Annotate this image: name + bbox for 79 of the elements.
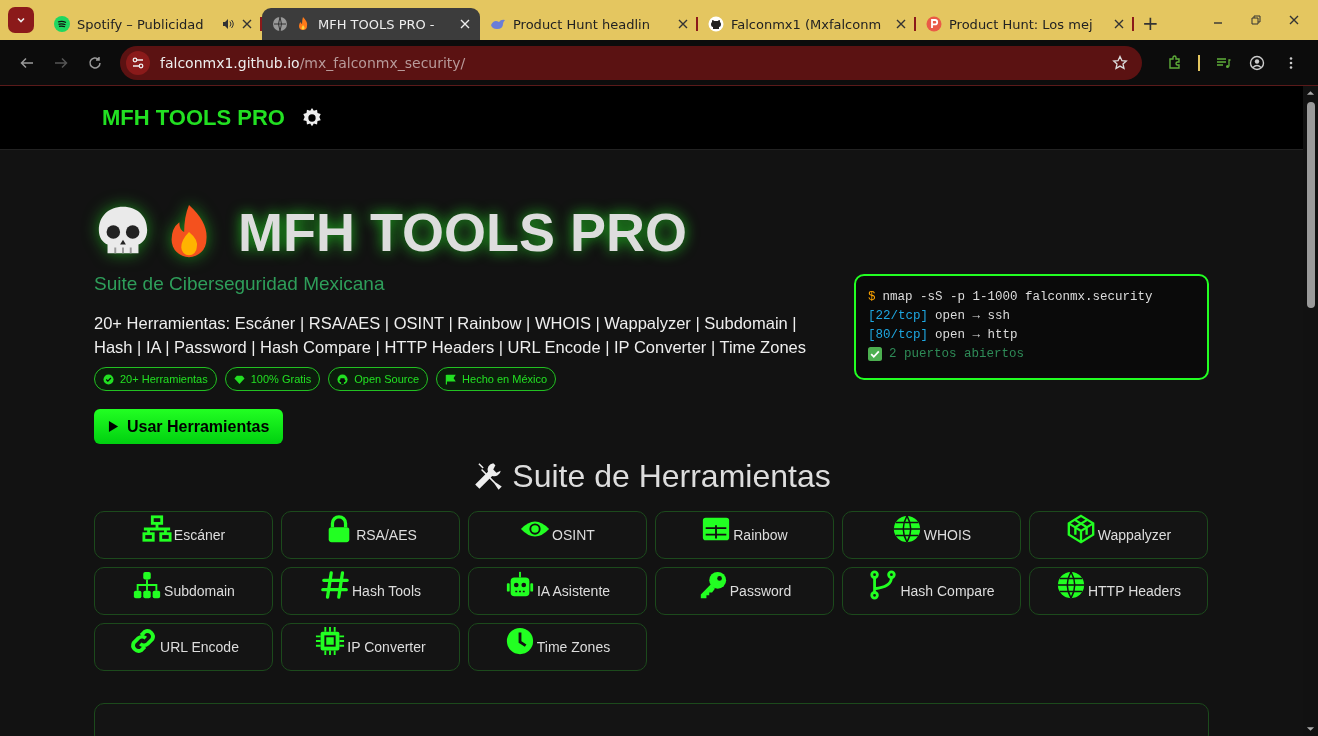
tool-button[interactable]: Rainbow [655, 511, 834, 559]
profile-icon[interactable] [1249, 54, 1265, 71]
terminal-output: open → ssh [935, 308, 1011, 325]
tool-button[interactable]: HTTP Headers [1029, 567, 1208, 615]
tab-title: MFH TOOLS PRO - [318, 16, 436, 32]
browser-tab[interactable]: Spotify – Publicidad [44, 8, 262, 40]
check-icon [868, 347, 882, 361]
tool-button[interactable]: Password [655, 567, 834, 615]
browser-tab[interactable]: Falconmx1 (Mxfalconm [698, 8, 916, 40]
tab-title: Product Hunt: Los mej [949, 16, 1094, 32]
check-circle-icon [103, 373, 114, 385]
tool-button[interactable]: Subdomain [94, 567, 273, 615]
close-icon[interactable] [678, 19, 688, 29]
feature-badge: 100% Gratis [224, 367, 321, 391]
site-settings-icon[interactable] [126, 50, 150, 75]
use-tools-button[interactable]: Usar Herramientas [94, 409, 284, 444]
sitemap-icon [132, 570, 163, 600]
extension-icon[interactable] [1167, 54, 1183, 71]
chip-icon [315, 626, 346, 656]
cat-logo-icon [708, 16, 724, 32]
scrollbar-thumb[interactable] [1306, 102, 1315, 308]
restore-icon[interactable] [1250, 14, 1262, 26]
globe-icon [272, 16, 288, 32]
tab-title: Spotify – Publicidad [77, 16, 205, 32]
section-title: Suite de Herramientas [512, 458, 831, 495]
tool-button[interactable]: Wappalyzer [1029, 511, 1208, 559]
feature-badge: 20+ Herramientas [94, 367, 217, 391]
scroll-down-icon[interactable] [1306, 726, 1315, 732]
flag-icon [445, 373, 457, 385]
hero-title: MFH TOOLS PRO [238, 201, 687, 263]
gem-icon [233, 373, 245, 385]
clock-icon [504, 626, 535, 656]
network-icon [141, 514, 172, 544]
hero-description: 20+ Herramientas: Escáner | RSA/AES | OSINT | Rainbow | WHOIS | Wappalyzer | Subdomain | Hash | IA | Password | Hash Compare | HTTP Headers | URL Encode | IP Converter | Time Zones [94, 313, 807, 358]
browser-tab[interactable]: Product Hunt headlin [480, 8, 698, 40]
cube-icon [1065, 514, 1096, 544]
tool-button[interactable]: URL Encode [94, 623, 273, 671]
tool-button[interactable]: Hash Tools [281, 567, 460, 615]
terminal-output: open → http [935, 327, 1018, 344]
browser-tab[interactable]: MFH TOOLS PRO - [262, 8, 480, 40]
tool-button[interactable]: Time Zones [468, 623, 647, 671]
hero-subtitle: Suite de Ciberseguridad Mexicana [94, 273, 386, 295]
cat-logo-icon [337, 373, 349, 385]
close-icon[interactable] [242, 19, 252, 29]
tool-button[interactable]: Hash Compare [842, 567, 1021, 615]
reload-icon[interactable] [87, 54, 103, 71]
globe-icon [1055, 570, 1086, 600]
close-icon[interactable] [1288, 14, 1300, 26]
tab-title: Product Hunt headlin [513, 16, 651, 32]
close-icon[interactable] [1114, 19, 1124, 29]
address-bar[interactable]: falconmx1.github.io/mx_falconmx_security/ [120, 45, 1142, 80]
star-icon[interactable] [1112, 54, 1128, 71]
tool-button[interactable]: IA Asistente [468, 567, 647, 615]
hash-icon [320, 570, 350, 600]
terminal-prompt: $ [868, 289, 876, 306]
browser-tab[interactable]: Product Hunt: Los mej [916, 8, 1134, 40]
music-app-icon [54, 16, 70, 32]
globe-icon [891, 514, 922, 544]
tab-title: Falconmx1 (Mxfalconm [731, 16, 883, 32]
letter-circle-icon [926, 16, 942, 32]
feature-badge: Open Source [328, 367, 429, 391]
site-logo[interactable]: MFH TOOLS PRO [102, 104, 285, 131]
tool-button[interactable]: Escáner [94, 511, 273, 559]
scroll-up-icon[interactable] [1306, 90, 1315, 96]
play-icon [108, 420, 119, 433]
port-label: [22/tcp] [868, 308, 928, 325]
feature-badge: Hecho en México [436, 367, 557, 391]
new-tab-button[interactable]: + [1142, 11, 1159, 35]
branch-icon [868, 570, 899, 600]
speaker-icon[interactable] [221, 17, 235, 31]
tab-search-button[interactable] [8, 7, 34, 33]
tool-button[interactable]: OSINT [468, 511, 647, 559]
terminal-result: 2 puertos abiertos [889, 346, 1025, 363]
port-label: [80/tcp] [868, 327, 928, 344]
close-icon[interactable] [896, 19, 906, 29]
tool-button[interactable]: RSA/AES [281, 511, 460, 559]
tool-button[interactable]: WHOIS [842, 511, 1021, 559]
terminal-command: nmap -sS -p 1-1000 falconmx.security [882, 289, 1153, 306]
tool-button[interactable]: IP Converter [281, 623, 460, 671]
